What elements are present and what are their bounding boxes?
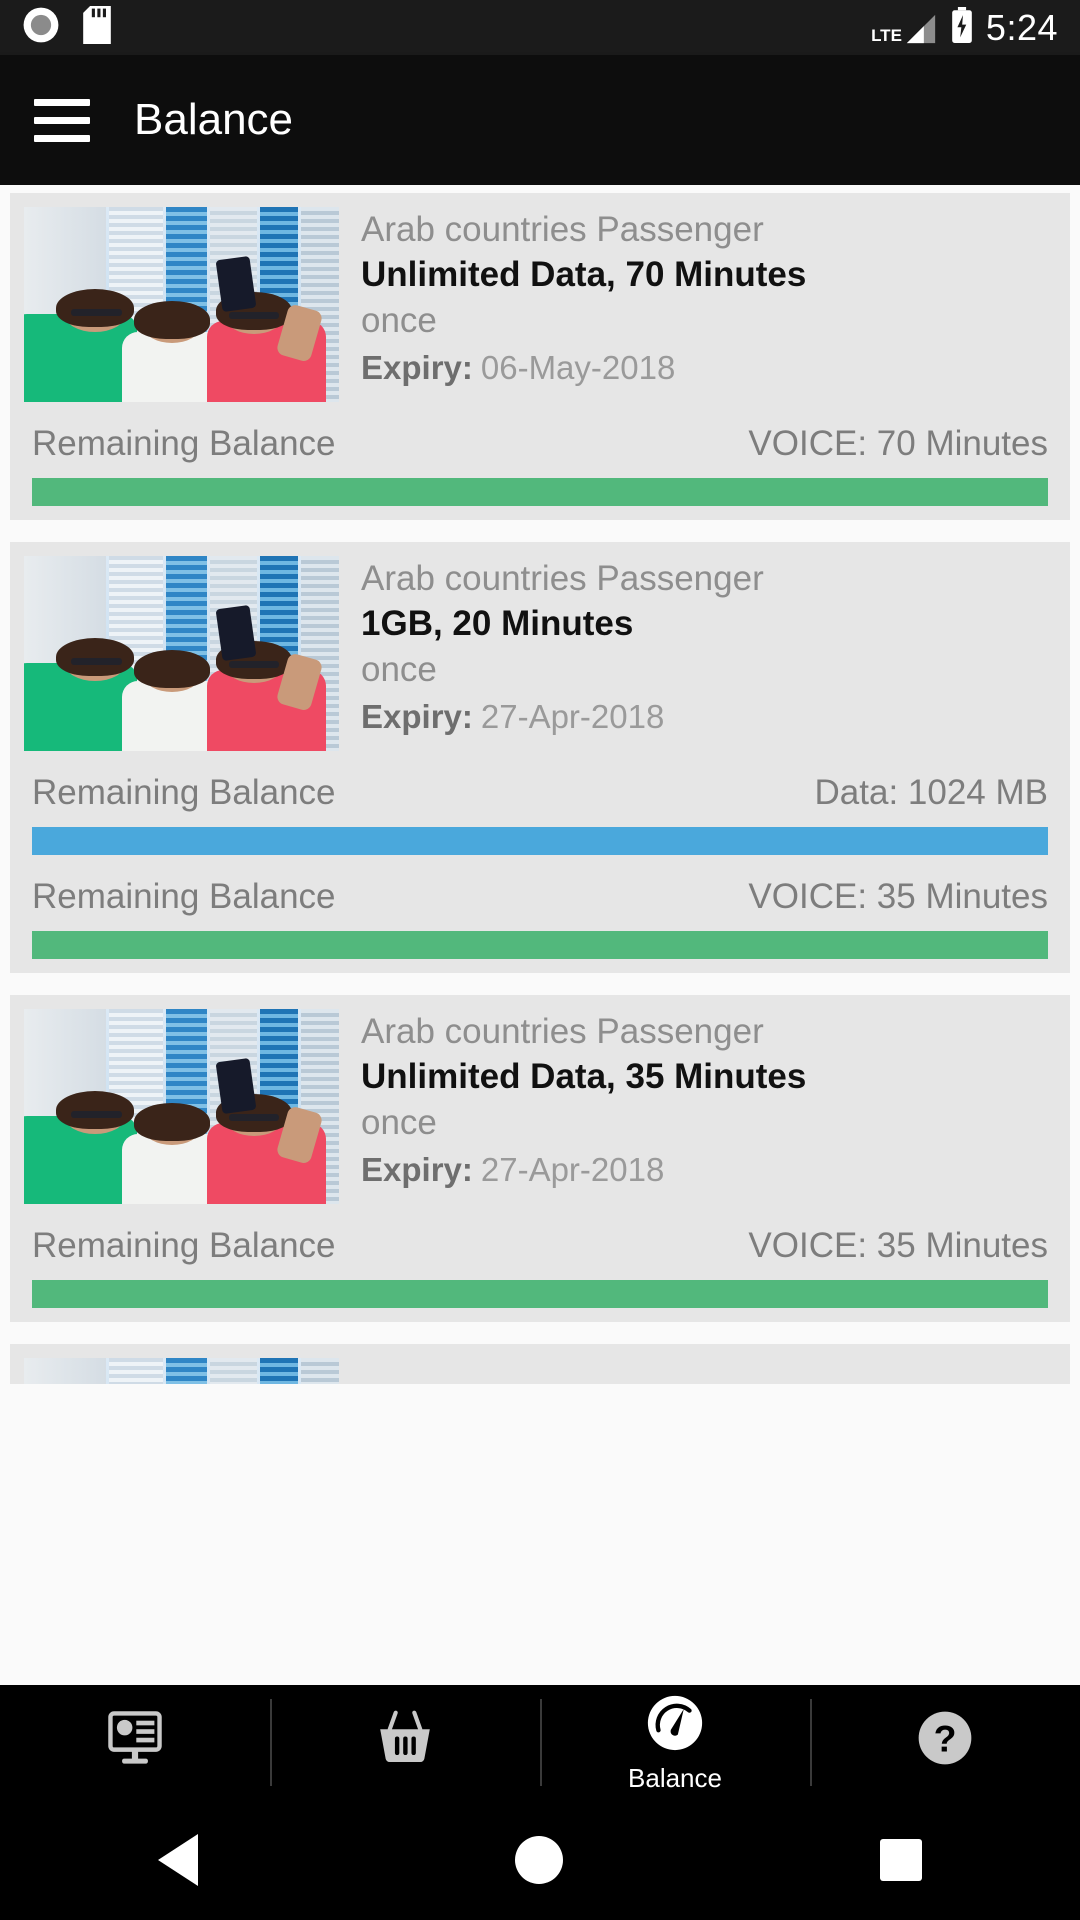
status-bar-right-icons: LTE 5:24 bbox=[871, 7, 1058, 49]
tab-help[interactable]: ? bbox=[810, 1685, 1080, 1800]
card-header: Arab countries Passenger Unlimited Data,… bbox=[10, 995, 1070, 1204]
plan-details: Arab countries Passenger Unlimited Data,… bbox=[339, 207, 1056, 402]
back-triangle-icon[interactable] bbox=[158, 1834, 199, 1886]
hamburger-bar bbox=[34, 98, 90, 106]
expiry-value: 27-Apr-2018 bbox=[480, 1151, 665, 1189]
balance-card[interactable]: Arab countries Passenger 1GB, 20 Minutes… bbox=[10, 542, 1070, 973]
expiry-value: 27-Apr-2018 bbox=[480, 698, 665, 736]
progress-bar-wrap bbox=[10, 1266, 1070, 1308]
balance-card-partial[interactable] bbox=[10, 1344, 1070, 1384]
status-bar: LTE 5:24 bbox=[0, 0, 1080, 55]
balance-value: Data: 1024 MB bbox=[814, 773, 1048, 812]
card-header bbox=[10, 1344, 1070, 1384]
progress-bar-wrap bbox=[10, 813, 1070, 855]
sd-card-icon bbox=[82, 6, 112, 49]
tab-dashboard[interactable] bbox=[0, 1685, 270, 1800]
expiry-label: Expiry: bbox=[361, 1151, 473, 1189]
plan-name: Unlimited Data, 70 Minutes bbox=[361, 255, 807, 295]
dashboard-monitor-icon bbox=[104, 1707, 166, 1774]
plan-name: Unlimited Data, 35 Minutes bbox=[361, 1057, 807, 1097]
help-question-icon: ? bbox=[914, 1707, 976, 1774]
card-header: Arab countries Passenger Unlimited Data,… bbox=[10, 193, 1070, 402]
plan-frequency: once bbox=[361, 301, 437, 341]
recents-square-icon[interactable] bbox=[879, 1839, 922, 1881]
hamburger-bar bbox=[34, 116, 90, 124]
balance-value: VOICE: 35 Minutes bbox=[748, 1226, 1048, 1265]
balance-row: Remaining Balance VOICE: 70 Minutes bbox=[10, 402, 1070, 464]
plan-provider: Arab countries Passenger bbox=[361, 559, 764, 598]
status-bar-left-icons bbox=[22, 6, 112, 49]
balance-row: Remaining Balance VOICE: 35 Minutes bbox=[10, 855, 1070, 917]
balance-label: Remaining Balance bbox=[32, 1226, 336, 1265]
record-circle-icon bbox=[22, 6, 60, 49]
plan-provider: Arab countries Passenger bbox=[361, 210, 764, 249]
gauge-icon bbox=[644, 1692, 706, 1759]
balance-progress-bar bbox=[32, 827, 1048, 855]
tab-balance[interactable]: Balance bbox=[540, 1685, 810, 1800]
balance-card[interactable]: Arab countries Passenger Unlimited Data,… bbox=[10, 995, 1070, 1322]
plan-expiry: Expiry: 27-Apr-2018 bbox=[361, 697, 1056, 737]
balance-progress-bar bbox=[32, 478, 1048, 506]
progress-bar-wrap bbox=[10, 464, 1070, 506]
status-bar-clock: 5:24 bbox=[985, 6, 1058, 48]
svg-text:?: ? bbox=[934, 1717, 957, 1759]
balance-progress-bar bbox=[32, 931, 1048, 959]
expiry-label: Expiry: bbox=[361, 349, 473, 387]
lte-label: LTE bbox=[871, 25, 902, 45]
balance-label: Remaining Balance bbox=[32, 877, 336, 916]
balance-card-list[interactable]: Arab countries Passenger Unlimited Data,… bbox=[0, 185, 1080, 1685]
card-header: Arab countries Passenger 1GB, 20 Minutes… bbox=[10, 542, 1070, 751]
plan-thumbnail-image bbox=[24, 1009, 339, 1204]
tab-shop[interactable] bbox=[270, 1685, 540, 1800]
app-bar: Balance bbox=[0, 55, 1080, 185]
android-navigation-bar bbox=[0, 1800, 1080, 1920]
balance-row: Remaining Balance VOICE: 35 Minutes bbox=[10, 1204, 1070, 1266]
expiry-value: 06-May-2018 bbox=[480, 349, 676, 387]
plan-name: 1GB, 20 Minutes bbox=[361, 604, 634, 644]
battery-charging-icon bbox=[950, 7, 974, 48]
plan-frequency: once bbox=[361, 1103, 437, 1143]
plan-expiry: Expiry: 27-Apr-2018 bbox=[361, 1150, 1056, 1190]
plan-expiry: Expiry: 06-May-2018 bbox=[361, 348, 1056, 388]
balance-value: VOICE: 35 Minutes bbox=[748, 877, 1048, 916]
balance-label: Remaining Balance bbox=[32, 424, 336, 463]
balance-card[interactable]: Arab countries Passenger Unlimited Data,… bbox=[10, 193, 1070, 520]
plan-frequency: once bbox=[361, 650, 437, 690]
tab-label: Balance bbox=[628, 1762, 722, 1793]
shopping-basket-icon bbox=[374, 1707, 436, 1774]
plan-thumbnail-image bbox=[24, 207, 339, 402]
plan-thumbnail-image bbox=[24, 556, 339, 751]
balance-progress-bar bbox=[32, 1280, 1048, 1308]
page-title: Balance bbox=[134, 95, 294, 144]
balance-value: VOICE: 70 Minutes bbox=[748, 424, 1048, 463]
progress-bar-wrap bbox=[10, 917, 1070, 959]
lte-signal-icon: LTE bbox=[871, 12, 938, 44]
expiry-label: Expiry: bbox=[361, 698, 473, 736]
home-circle-icon[interactable] bbox=[514, 1836, 563, 1884]
plan-thumbnail-image bbox=[24, 1358, 339, 1384]
plan-details: Arab countries Passenger Unlimited Data,… bbox=[339, 1009, 1056, 1204]
balance-label: Remaining Balance bbox=[32, 773, 336, 812]
plan-provider: Arab countries Passenger bbox=[361, 1012, 764, 1051]
bottom-tab-bar: Balance ? bbox=[0, 1685, 1080, 1800]
plan-details: Arab countries Passenger 1GB, 20 Minutes… bbox=[339, 556, 1056, 751]
balance-row: Remaining Balance Data: 1024 MB bbox=[10, 751, 1070, 813]
hamburger-menu-icon[interactable] bbox=[34, 98, 90, 142]
phone-screen: LTE 5:24 Balance Arab countries Passenge… bbox=[0, 0, 1080, 1920]
hamburger-bar bbox=[34, 134, 90, 142]
